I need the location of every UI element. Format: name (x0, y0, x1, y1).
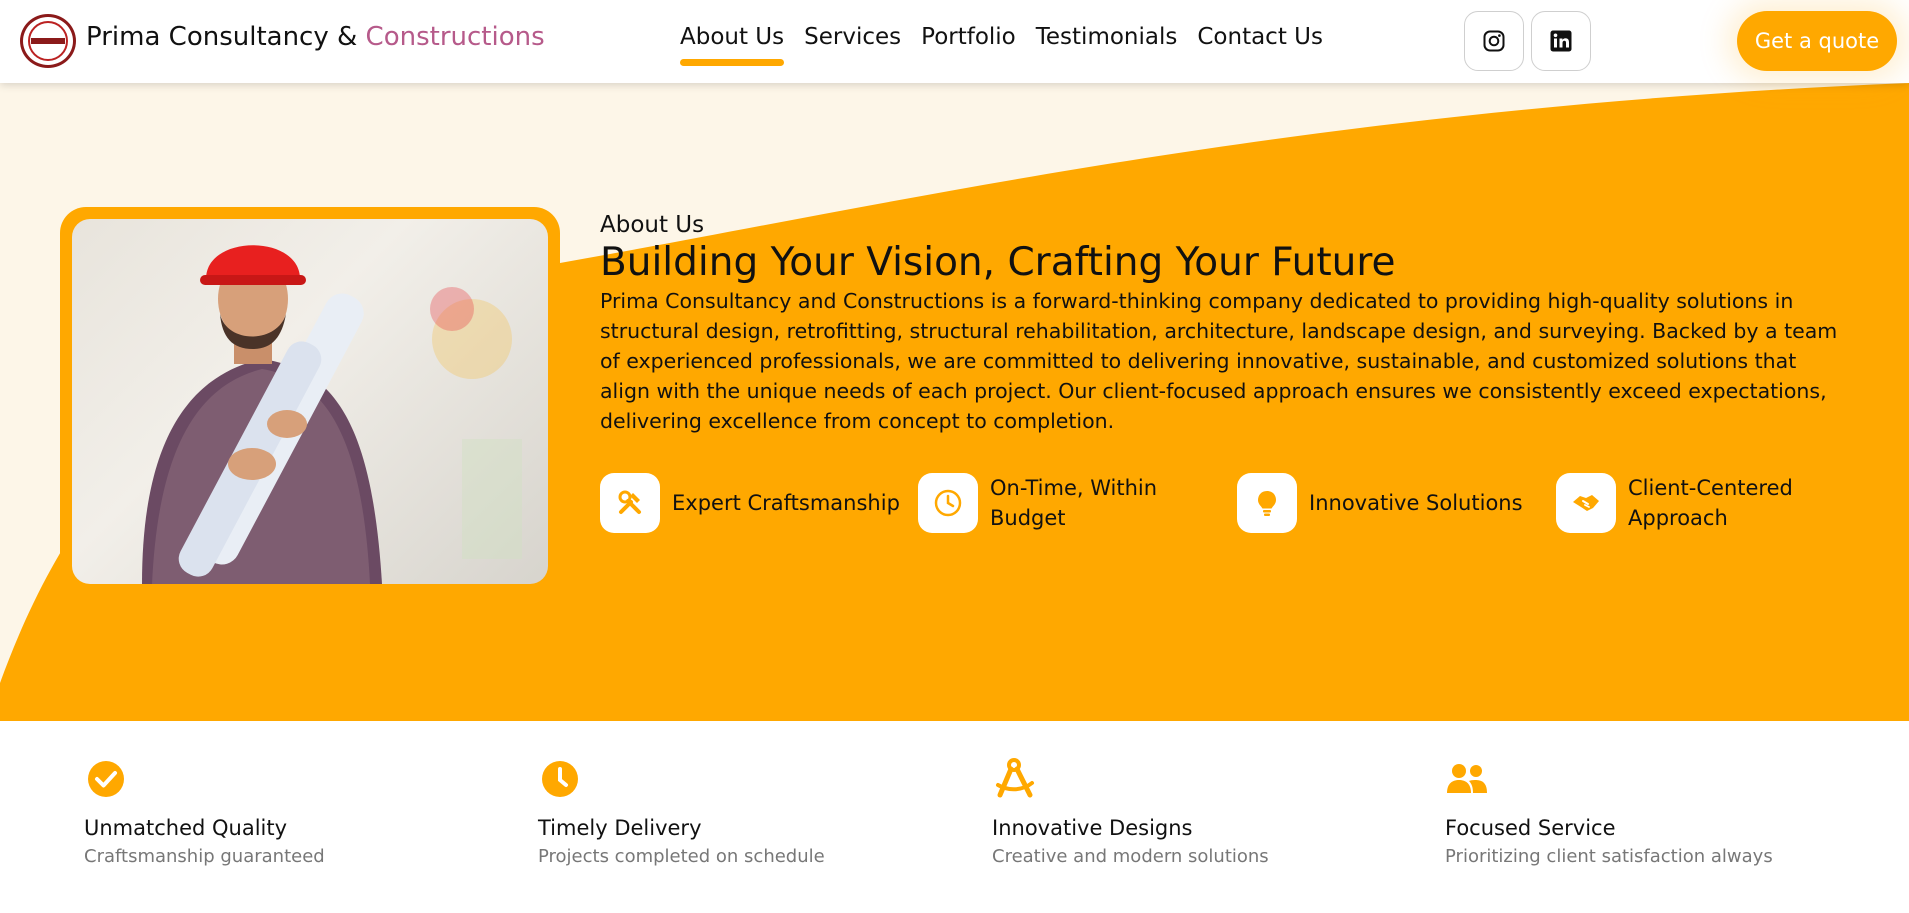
feature-icon-box (918, 473, 978, 533)
feature-icon-box (1237, 473, 1297, 533)
highlight-subtitle: Projects completed on schedule (538, 846, 825, 867)
highlight-title: Unmatched Quality (84, 816, 288, 840)
feature-label: Innovative Solutions (1309, 491, 1523, 515)
users-icon (1447, 764, 1487, 793)
feature-item-on-time: On-Time, Within Budget (918, 473, 1180, 533)
highlight-card-service: Focused Service Prioritizing client sati… (1445, 757, 1773, 867)
highlight-card-timely: Timely Delivery Projects completed on sc… (538, 757, 825, 867)
engineer-illustration (142, 245, 522, 584)
hero-headline: Building Your Vision, Crafting Your Futu… (600, 240, 1396, 285)
handshake-icon (1573, 495, 1599, 511)
check-circle-icon (88, 761, 124, 797)
feature-label: Client-Centered Approach (1628, 476, 1793, 530)
highlight-title: Timely Delivery (538, 816, 702, 840)
company-logo[interactable] (20, 14, 76, 68)
lightbulb-icon (1258, 491, 1276, 516)
highlight-subtitle: Prioritizing client satisfaction always (1445, 846, 1773, 867)
highlight-card-designs: Innovative Designs Creative and modern s… (992, 757, 1269, 867)
brand-name-main: Prima Consultancy & (86, 22, 358, 52)
engineer-photo (72, 219, 548, 584)
nav-contact-us[interactable]: Contact Us (1197, 24, 1323, 50)
compass-icon (996, 758, 1034, 798)
feature-item-expert-craftsmanship: Expert Craftsmanship (600, 473, 902, 533)
feature-icon-box (600, 473, 660, 533)
highlight-card-quality: Unmatched Quality Craftsmanship guarante… (84, 757, 325, 867)
nav-testimonials[interactable]: Testimonials (1036, 24, 1178, 50)
main-nav: About Us Services Portfolio Testimonials… (680, 24, 1323, 66)
nav-about-us[interactable]: About Us (680, 24, 785, 66)
logo-emblem (28, 21, 68, 61)
brand-name-accent: Constructions (365, 22, 545, 52)
feature-item-client-centered: Client-Centered Approach (1556, 473, 1828, 533)
clock-icon (542, 761, 578, 797)
feature-item-innovative-solutions: Innovative Solutions (1237, 473, 1539, 533)
tools-icon (618, 490, 641, 514)
feature-label: Expert Craftsmanship (672, 491, 900, 515)
section-eyebrow: About Us (600, 212, 705, 238)
highlight-title: Focused Service (1445, 816, 1616, 840)
get-quote-button[interactable]: Get a quote (1737, 11, 1897, 71)
feature-label: On-Time, Within Budget (990, 476, 1158, 530)
clock-icon (934, 489, 962, 517)
brand-name[interactable]: Prima Consultancy & Constructions (86, 22, 545, 52)
hero-description: Prima Consultancy and Constructions is a… (600, 289, 1838, 433)
instagram-icon (1483, 30, 1505, 52)
site-header: Prima Consultancy & Constructions About … (0, 0, 1909, 83)
linkedin-button[interactable] (1531, 11, 1591, 71)
linkedin-icon (1550, 30, 1572, 52)
highlight-subtitle: Creative and modern solutions (992, 846, 1269, 867)
feature-icon-box (1556, 473, 1616, 533)
highlight-subtitle: Craftsmanship guaranteed (84, 846, 325, 867)
nav-portfolio[interactable]: Portfolio (921, 24, 1016, 50)
instagram-button[interactable] (1464, 11, 1524, 71)
highlight-title: Innovative Designs (992, 816, 1193, 840)
logo-banner (31, 38, 65, 44)
nav-services[interactable]: Services (804, 24, 901, 50)
